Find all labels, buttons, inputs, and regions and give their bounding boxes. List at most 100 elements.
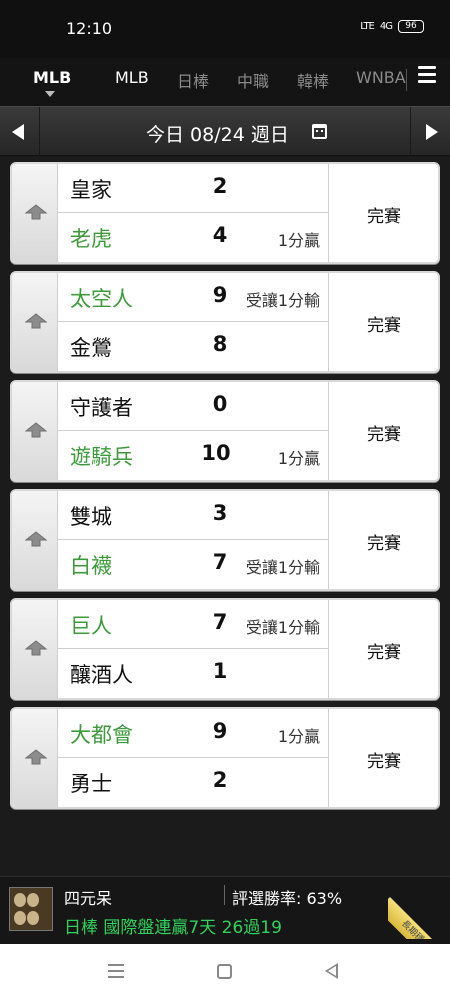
- game-card[interactable]: 雙城 3 白襪 7 受讓1分輸 完賽: [10, 489, 440, 591]
- expand-button[interactable]: [12, 164, 58, 262]
- expand-arrow-icon: [25, 422, 47, 438]
- game-card[interactable]: 皇家 2 老虎 4 1分贏 完賽: [10, 162, 440, 264]
- expand-button[interactable]: [12, 491, 58, 589]
- game-card[interactable]: 大都會 9 1分贏勇士 2 完賽: [10, 707, 440, 809]
- team-score: 0: [212, 392, 228, 416]
- expand-arrow-icon: [25, 313, 47, 329]
- ad-divider: [224, 885, 225, 905]
- expand-arrow-icon: [25, 640, 47, 656]
- game-list: 皇家 2 老虎 4 1分贏 完賽 太空人 9 受讓1分輸 金鶯 8 完賽 守護者 0 遊騎兵 10 1分贏 完賽雙…: [0, 156, 450, 876]
- game-status: 完賽: [367, 752, 401, 772]
- recent-apps-icon[interactable]: [108, 964, 124, 978]
- game-status-cell[interactable]: 完賽: [328, 273, 438, 371]
- game-status: 完賽: [367, 316, 401, 336]
- tab-npb[interactable]: 日棒: [177, 68, 209, 92]
- team-row-top: 巨人 7 受讓1分輸: [58, 600, 328, 649]
- team-name: 太空人: [70, 287, 133, 311]
- ribbon-label: 長期穩定: [388, 897, 450, 939]
- dropdown-arrow-icon[interactable]: [45, 91, 55, 97]
- home-icon[interactable]: [217, 964, 232, 979]
- game-status: 完賽: [367, 534, 401, 554]
- team-row-top: 皇家 2: [58, 164, 328, 213]
- tab-divider: [406, 69, 407, 91]
- team-row-top: 守護者 0: [58, 382, 328, 431]
- handicap-result: 1分贏: [277, 727, 320, 746]
- game-status: 完賽: [367, 643, 401, 663]
- game-card[interactable]: 太空人 9 受讓1分輸金鶯 8 完賽: [10, 271, 440, 373]
- expand-button[interactable]: [12, 273, 58, 371]
- game-status: 完賽: [367, 207, 401, 227]
- system-nav-bar: [0, 944, 450, 1000]
- game-card[interactable]: 巨人 7 受讓1分輸釀酒人 1 完賽: [10, 598, 440, 700]
- date-bar: 今日 08/24 週日: [0, 106, 450, 157]
- tipster-name: 四元呆: [64, 889, 113, 908]
- team-name: 大都會: [70, 723, 133, 747]
- team-row-top: 太空人 9 受讓1分輸: [58, 273, 328, 322]
- current-date[interactable]: 今日 08/24 週日: [146, 120, 289, 147]
- expand-arrow-icon: [25, 204, 47, 220]
- team-row-bottom: 老虎 4 1分贏: [58, 213, 328, 262]
- tab-mlb[interactable]: MLB: [115, 68, 149, 87]
- game-status-cell[interactable]: 完賽: [328, 491, 438, 589]
- team-name: 皇家: [70, 178, 112, 202]
- tab-wnba[interactable]: WNBA: [356, 68, 406, 87]
- team-name: 釀酒人: [70, 663, 133, 687]
- game-status-cell[interactable]: 完賽: [328, 709, 438, 807]
- avatar: [9, 887, 53, 931]
- handicap-result: 受讓1分輸: [245, 291, 320, 310]
- team-score: 1: [212, 659, 228, 683]
- stable-ribbon: 長期穩定: [388, 877, 450, 939]
- back-icon[interactable]: [325, 963, 338, 979]
- calendar-icon[interactable]: [312, 124, 327, 139]
- tab-mlb-primary[interactable]: MLB: [33, 68, 71, 87]
- status-icons: LTE 4G 96: [360, 20, 424, 33]
- team-row-bottom: 勇士 2: [58, 758, 328, 807]
- team-score: 2: [212, 174, 228, 198]
- battery-icon: 96: [398, 20, 424, 33]
- league-tab-bar: MLB MLB 日棒 中職 韓棒 WNBA: [0, 58, 450, 106]
- team-row-bottom: 釀酒人 1: [58, 649, 328, 698]
- game-status-cell[interactable]: 完賽: [328, 382, 438, 480]
- expand-arrow-icon: [25, 749, 47, 765]
- game-status: 完賽: [367, 425, 401, 445]
- lte-icon: LTE: [360, 21, 375, 32]
- team-name: 雙城: [70, 505, 112, 529]
- handicap-result: 受讓1分輸: [245, 618, 320, 637]
- ad-banner[interactable]: 四元呆 評選勝率: 63% 日棒 國際盤連贏7天 26過19 長期穩定: [0, 876, 450, 944]
- expand-button[interactable]: [12, 709, 58, 807]
- team-row-bottom: 遊騎兵 10 1分贏: [58, 431, 328, 480]
- team-name: 白襪: [70, 554, 112, 578]
- game-status-cell[interactable]: 完賽: [328, 600, 438, 698]
- expand-arrow-icon: [25, 531, 47, 547]
- team-row-top: 雙城 3: [58, 491, 328, 540]
- team-row-top: 大都會 9 1分贏: [58, 709, 328, 758]
- expand-button[interactable]: [12, 600, 58, 698]
- team-name: 金鶯: [70, 336, 112, 360]
- tab-kbo[interactable]: 韓棒: [297, 68, 329, 92]
- team-name: 遊騎兵: [70, 445, 133, 469]
- game-status-cell[interactable]: 完賽: [328, 164, 438, 262]
- promo-text: 日棒 國際盤連贏7天 26過19: [64, 918, 282, 938]
- tab-cpbl[interactable]: 中職: [237, 68, 269, 92]
- status-time: 12:10: [66, 19, 113, 38]
- signal-icon: 4G: [379, 21, 393, 32]
- game-card[interactable]: 守護者 0 遊騎兵 10 1分贏 完賽: [10, 380, 440, 482]
- menu-icon[interactable]: [418, 66, 436, 86]
- team-score: 3: [212, 501, 228, 525]
- team-name: 勇士: [70, 772, 112, 796]
- expand-button[interactable]: [12, 382, 58, 480]
- handicap-result: 受讓1分輸: [245, 558, 320, 577]
- team-row-bottom: 白襪 7 受讓1分輸: [58, 540, 328, 589]
- handicap-result: 1分贏: [277, 231, 320, 250]
- win-rate: 評選勝率: 63%: [232, 889, 343, 908]
- next-day-button[interactable]: [410, 107, 450, 157]
- team-name: 老虎: [70, 227, 112, 251]
- team-score: 8: [212, 332, 228, 356]
- team-score: 2: [212, 768, 228, 792]
- status-bar: 12:10 LTE 4G 96: [0, 0, 450, 58]
- previous-day-button[interactable]: [0, 107, 40, 157]
- team-name: 巨人: [70, 614, 112, 638]
- handicap-result: 1分贏: [277, 449, 320, 468]
- team-row-bottom: 金鶯 8: [58, 322, 328, 371]
- team-name: 守護者: [70, 396, 133, 420]
